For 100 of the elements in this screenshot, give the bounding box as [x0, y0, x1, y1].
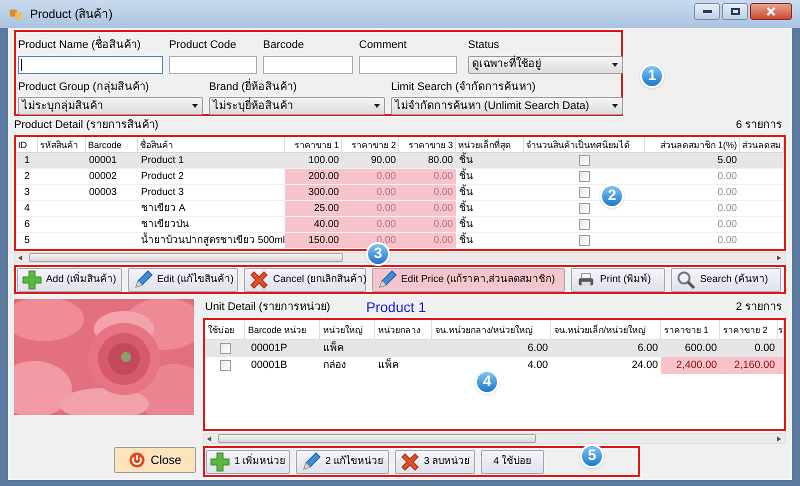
column-header[interactable]: Barcode: [86, 137, 138, 152]
scrollbar[interactable]: [203, 433, 786, 444]
table-row[interactable]: 5 น้ำยาบ้วนปากสูตรชาเขียว 500ml 150.00 0.00 0.00 ชิ้น 0.00: [16, 233, 784, 249]
table-cell: 0.00: [342, 233, 399, 248]
table-cell: 0.00: [342, 169, 399, 184]
dropdown[interactable]: ไม่ระบุยี่ห้อสินค้า: [209, 97, 385, 115]
input-field[interactable]: [263, 56, 353, 74]
toolbar-button[interactable]: Add (เพิ่มสินค้า): [17, 268, 122, 292]
checkbox[interactable]: [579, 235, 590, 246]
close-button[interactable]: Close: [114, 447, 196, 473]
table-cell-text: 24.00: [630, 358, 659, 373]
input-field[interactable]: [359, 56, 457, 74]
table-cell: [778, 357, 784, 374]
table-cell: 200.00: [285, 169, 342, 184]
status-dropdown[interactable]: ดูเฉพาะที่ใช้อยู่: [468, 56, 623, 74]
maximize-button[interactable]: [722, 2, 748, 20]
column-header[interactable]: จน.หน่วยเล็ก/หน่วยใหญ่: [551, 320, 661, 339]
table-cell-text: 6: [23, 218, 31, 232]
column-header[interactable]: หน่วยเล็กที่สุด: [456, 137, 524, 152]
dropdown[interactable]: ไม่ระบุกลุ่มสินค้า: [18, 97, 203, 115]
column-header[interactable]: ID: [16, 137, 38, 152]
column-header[interactable]: ส่วนลดสม: [740, 137, 784, 152]
table-cell-text: 6.00: [636, 341, 659, 356]
scroll-right-icon[interactable]: [777, 436, 782, 442]
table-cell: 2,400.00: [661, 357, 720, 374]
cross-icon: [400, 452, 420, 472]
table-cell-text: 1: [23, 154, 31, 168]
scroll-left-icon[interactable]: [207, 436, 212, 442]
column-header[interactable]: ราคาขาย 1: [285, 137, 342, 152]
section-title: Product Detail (รายการสินค้า): [14, 118, 158, 132]
table-cell: 0.00: [342, 201, 399, 216]
column-header[interactable]: หน่วยกลาง: [375, 320, 432, 339]
plus-icon: [210, 452, 230, 472]
unit-button[interactable]: 1 เพิ่มหน่วย: [206, 450, 290, 474]
field-label: Product Name (ชื่อสินค้า): [18, 37, 163, 54]
minimize-button[interactable]: [694, 2, 720, 20]
checkbox[interactable]: [220, 360, 230, 371]
plus-icon: [22, 270, 42, 290]
column-header[interactable]: รหัสสินค้า: [38, 137, 86, 152]
column-header[interactable]: ชื่อสินค้า: [138, 137, 285, 152]
table-cell-text: 90.00: [370, 154, 397, 168]
table-cell: ชิ้น: [456, 153, 524, 168]
field-label: Product Group (กลุ่มสินค้า): [18, 80, 150, 95]
checkbox[interactable]: [579, 203, 590, 214]
dropdown[interactable]: ไม่จำกัดการค้นหา (Unlimit Search Data): [391, 97, 623, 115]
checkbox[interactable]: [579, 155, 590, 166]
table-cell: 25.00: [285, 201, 342, 216]
table-row[interactable]: 1 00001 Product 1 100.00 90.00 80.00 ชิ้น 5.00: [16, 153, 784, 169]
column-header[interactable]: ราคาขาย 1: [661, 320, 720, 339]
table-cell-text: 0.00: [716, 186, 738, 200]
close-icon[interactable]: [750, 2, 792, 20]
column-header[interactable]: ราคาขาย 2: [720, 320, 778, 339]
unit-button[interactable]: 4 ใช้บ่อย: [481, 450, 544, 474]
unit-button[interactable]: 2 แก้ไขหน่วย: [296, 450, 389, 474]
table-cell-text: 4.00: [526, 358, 549, 373]
pencil-icon: [133, 270, 153, 290]
checkbox[interactable]: [579, 187, 590, 198]
table-cell-text: Product 2: [140, 170, 185, 184]
unit-button[interactable]: 3 ลบหน่วย: [395, 450, 475, 474]
column-header[interactable]: ร: [778, 320, 784, 339]
scroll-left-icon[interactable]: [18, 255, 23, 261]
table-cell-text: 00003: [88, 186, 118, 200]
column-header[interactable]: ใช้บ่อย: [205, 320, 245, 339]
column-header[interactable]: ราคาขาย 3: [399, 137, 456, 152]
table-row[interactable]: 00001P แพ็ค 6.00 6.00 600.00 0.00: [205, 340, 784, 357]
column-header[interactable]: จำนวนสินค้าเป็นทศนิยมได้: [524, 137, 645, 152]
toolbar-button[interactable]: Edit Price (แก้ราคา,ส่วนลดสมาชิก): [372, 268, 565, 292]
checkbox[interactable]: [220, 343, 230, 354]
input-field[interactable]: [169, 56, 257, 74]
column-header[interactable]: จน.หน่วยกลาง/หน่วยใหญ่: [432, 320, 551, 339]
table-cell-text: แพ็ค: [322, 340, 345, 356]
table-cell-text: 0.00: [716, 218, 738, 232]
table-cell: น้ำยาบ้วนปากสูตรชาเขียว 500ml: [138, 233, 285, 248]
table-cell: 0.00: [342, 217, 399, 232]
table-cell: 0.00: [399, 201, 456, 216]
column-header[interactable]: ราคาขาย 2: [342, 137, 399, 152]
scroll-right-icon[interactable]: [777, 255, 782, 261]
table-cell-text: 00002: [88, 170, 118, 184]
column-header[interactable]: หน่วยใหญ่: [320, 320, 375, 339]
section-title: Unit Detail (รายการหน่วย): [205, 300, 330, 314]
row-count: 6 รายการ: [736, 118, 783, 132]
toolbar-button[interactable]: Cancel (ยกเลิกสินค้า): [244, 268, 366, 292]
column-header[interactable]: ส่วนลดสมาชิก 1(%): [645, 137, 740, 152]
table-cell: ชิ้น: [456, 233, 524, 248]
toolbar-button[interactable]: Edit (แก้ไขสินค้า): [128, 268, 238, 292]
column-header[interactable]: Barcode หน่วย: [245, 320, 320, 339]
table-cell: ชิ้น: [456, 169, 524, 184]
checkbox[interactable]: [579, 219, 590, 230]
table-cell: 0.00: [342, 185, 399, 200]
toolbar-button[interactable]: Search (ค้นหา): [671, 268, 781, 292]
row-count: 2 รายการ: [736, 300, 783, 314]
table-row[interactable]: 6 ชาเขียวป่น 40.00 0.00 0.00 ชิ้น 0.00: [16, 217, 784, 233]
checkbox[interactable]: [579, 171, 590, 182]
table-row[interactable]: 4 ชาเขียว A 25.00 0.00 0.00 ชิ้น 0.00: [16, 201, 784, 217]
table-cell-text: แพ็ค: [377, 357, 400, 373]
input-field[interactable]: [18, 56, 163, 74]
table-cell: ชิ้น: [456, 217, 524, 232]
table-row[interactable]: 2 00002 Product 2 200.00 0.00 0.00 ชิ้น 0.00: [16, 169, 784, 185]
toolbar-button[interactable]: Print (พิมพ์): [571, 268, 665, 292]
cross-icon: [249, 270, 269, 290]
